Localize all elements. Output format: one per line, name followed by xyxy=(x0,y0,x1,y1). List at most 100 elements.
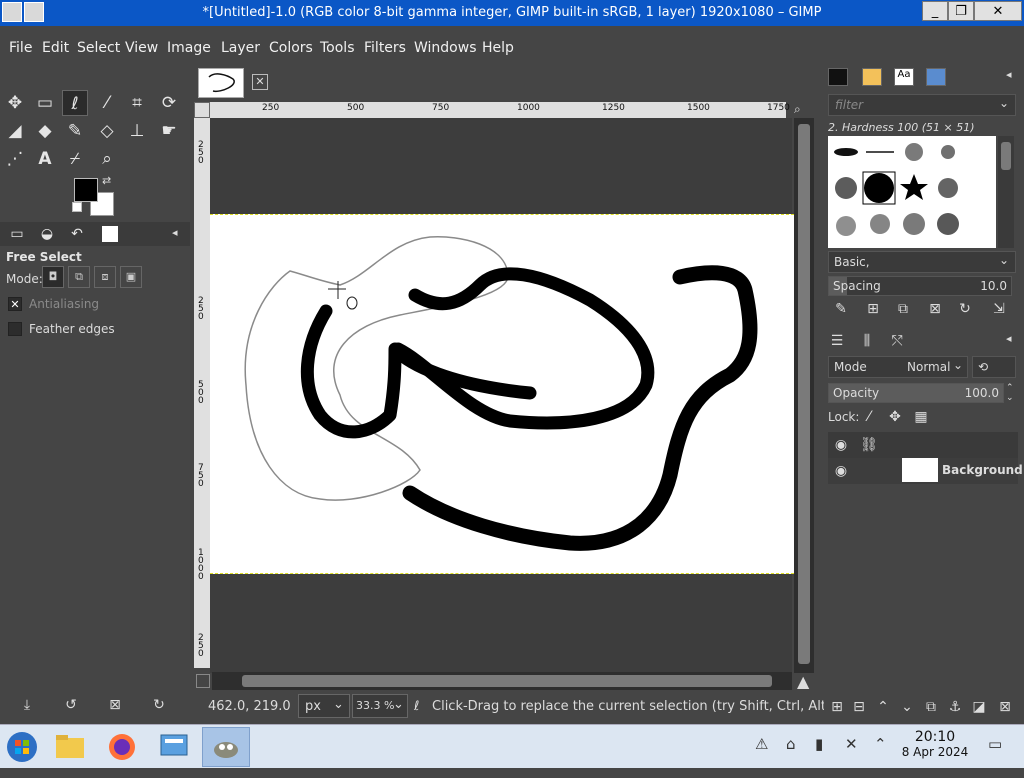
vertical-scrollbar[interactable] xyxy=(794,118,814,673)
lock-pixels-icon[interactable]: ⁄ xyxy=(858,406,880,428)
notification-icon[interactable]: ⚠ xyxy=(755,735,768,753)
menu-layer[interactable]: Layer xyxy=(221,40,260,56)
network-icon[interactable]: ⌂ xyxy=(786,735,796,753)
battery-icon[interactable]: ▮ xyxy=(815,735,823,753)
new-layer-group-icon[interactable]: ⊟ xyxy=(848,696,870,718)
menu-help[interactable]: Help xyxy=(482,40,514,56)
layer-row-background[interactable]: ◉ Background xyxy=(828,458,1023,484)
image-tab-thumbnail[interactable] xyxy=(198,68,244,98)
duplicate-brush-icon[interactable]: ⧉ xyxy=(892,298,914,320)
control-panel-icon[interactable] xyxy=(152,727,196,767)
opacity-spinner[interactable]: ⌃ ⌄ xyxy=(1006,383,1014,403)
undo-history-tab-icon[interactable]: ↶ xyxy=(64,221,90,247)
quickmask-toggle[interactable] xyxy=(194,102,210,118)
device-status-tab-icon[interactable]: ◒ xyxy=(34,221,60,247)
new-layer-icon[interactable]: ⊞ xyxy=(826,696,848,718)
maximize-button[interactable]: ❐ xyxy=(948,1,974,21)
mode-subtract-button[interactable]: ⧈ xyxy=(94,266,116,288)
new-brush-icon[interactable]: ⊞ xyxy=(862,298,884,320)
brush-grid[interactable] xyxy=(828,136,996,248)
layer-mode-select[interactable]: Mode Normal ⌄ xyxy=(828,356,968,378)
layers-tab-icon[interactable]: ☰ xyxy=(826,330,848,352)
menu-view[interactable]: View xyxy=(125,40,158,56)
close-button[interactable]: ✕ xyxy=(974,1,1022,21)
paths-tab-icon[interactable]: ⤲ xyxy=(886,330,908,352)
fonts-tab-icon[interactable]: Aa xyxy=(894,68,914,86)
anchor-layer-icon[interactable]: ⚓ xyxy=(944,696,966,718)
bucket-fill-icon[interactable]: ◆ xyxy=(32,118,58,144)
open-brush-icon[interactable]: ⇲ xyxy=(988,298,1010,320)
images-tab-icon[interactable] xyxy=(102,226,118,242)
color-picker-icon[interactable]: ⌿ xyxy=(62,146,88,172)
menu-select[interactable]: Select xyxy=(77,40,120,56)
edit-brush-icon[interactable]: ✎ xyxy=(830,298,852,320)
menu-file[interactable]: File xyxy=(9,40,32,56)
image-tab-close-icon[interactable]: ✕ xyxy=(252,74,268,90)
lock-alpha-icon[interactable]: ▦ xyxy=(910,406,932,428)
gimp-taskbar-icon[interactable] xyxy=(202,727,250,767)
paintbrush-icon[interactable]: ✎ xyxy=(62,118,88,144)
foreground-color-swatch[interactable] xyxy=(74,178,98,202)
rect-select-icon[interactable]: ▭ xyxy=(32,90,58,116)
canvas-viewport[interactable] xyxy=(210,118,794,673)
menu-tools[interactable]: Tools xyxy=(320,40,355,56)
dock-menu-icon[interactable]: ◂ xyxy=(1006,332,1012,345)
brushes-tab-icon[interactable] xyxy=(828,68,848,86)
restore-options-icon[interactable]: ↺ xyxy=(60,694,82,716)
reset-options-icon[interactable]: ↻ xyxy=(148,694,170,716)
firefox-icon[interactable] xyxy=(100,727,144,767)
menu-windows[interactable]: Windows xyxy=(414,40,477,56)
dock-menu-icon[interactable]: ◂ xyxy=(172,226,178,239)
warp-icon[interactable]: ◢ xyxy=(2,118,28,144)
navigate-icon[interactable] xyxy=(196,674,210,688)
gradients-tab-icon[interactable] xyxy=(926,68,946,86)
brush-spacing-slider[interactable]: Spacing 10.0 xyxy=(828,276,1012,296)
volume-muted-icon[interactable]: ✕ xyxy=(845,735,858,753)
eye-icon[interactable]: ◉ xyxy=(830,460,852,482)
smudge-icon[interactable]: ☛ xyxy=(156,118,182,144)
swap-colors-icon[interactable]: ⇄ xyxy=(102,174,111,187)
delete-layer-icon[interactable]: ⊠ xyxy=(994,696,1016,718)
layer-name[interactable]: Background xyxy=(942,463,1023,477)
dock-menu-icon[interactable]: ◂ xyxy=(1006,68,1012,81)
start-button-icon[interactable] xyxy=(0,727,44,767)
mode-replace-button[interactable]: ◘ xyxy=(42,266,64,288)
crop-icon[interactable]: ⌗ xyxy=(124,90,150,116)
vertical-ruler[interactable]: 2 5 0 2 5 0 5 0 0 7 5 0 1 0 0 0 2 5 0 xyxy=(194,118,210,668)
lock-position-icon[interactable]: ✥ xyxy=(884,406,906,428)
image-canvas[interactable] xyxy=(210,214,794,574)
antialiasing-checkbox[interactable]: ✕ xyxy=(8,297,22,311)
raise-layer-icon[interactable]: ⌃ xyxy=(872,696,894,718)
lower-layer-icon[interactable]: ⌄ xyxy=(896,696,918,718)
text-tool-icon[interactable]: A xyxy=(32,146,58,172)
horizontal-scrollbar[interactable] xyxy=(212,672,792,690)
vertical-scrollbar-thumb[interactable] xyxy=(798,124,810,664)
layer-mode-switch[interactable]: ⟲ xyxy=(972,356,1016,378)
eraser-icon[interactable]: ◇ xyxy=(94,118,120,144)
clock[interactable]: 20:10 8 Apr 2024 xyxy=(900,729,970,759)
channels-tab-icon[interactable]: ⫼ xyxy=(856,330,878,352)
horizontal-scrollbar-thumb[interactable] xyxy=(242,675,772,687)
menu-colors[interactable]: Colors xyxy=(269,40,313,56)
delete-brush-icon[interactable]: ⊠ xyxy=(924,298,946,320)
file-explorer-icon[interactable] xyxy=(48,727,92,767)
unit-select[interactable]: px ⌄ xyxy=(298,694,350,718)
horizontal-ruler[interactable]: 250 500 750 1000 1250 1500 1750 xyxy=(210,102,790,118)
mask-layer-icon[interactable]: ◪ xyxy=(968,696,990,718)
minimize-button[interactable]: _ xyxy=(922,1,948,21)
show-desktop-icon[interactable]: ▭ xyxy=(988,735,1002,753)
brush-tag-select[interactable]: Basic, ⌄ xyxy=(828,251,1016,273)
zoom-icon[interactable]: ⌕ xyxy=(94,146,120,172)
navigation-arrow-icon[interactable]: ▲ xyxy=(797,672,809,691)
mode-intersect-button[interactable]: ▣ xyxy=(120,266,142,288)
save-options-icon[interactable]: ⤓ xyxy=(16,694,38,716)
paths-icon[interactable]: ⋰ xyxy=(2,146,28,172)
menu-edit[interactable]: Edit xyxy=(42,40,69,56)
zoom-to-fit-icon[interactable]: ⌕ xyxy=(794,102,812,118)
reset-colors-icon[interactable] xyxy=(72,202,82,212)
layer-opacity-slider[interactable]: Opacity 100.0 xyxy=(828,383,1004,403)
tool-options-tab-icon[interactable]: ▭ xyxy=(4,221,30,247)
menu-image[interactable]: Image xyxy=(167,40,211,56)
patterns-tab-icon[interactable] xyxy=(862,68,882,86)
free-select-icon[interactable]: ℓ xyxy=(62,90,88,116)
